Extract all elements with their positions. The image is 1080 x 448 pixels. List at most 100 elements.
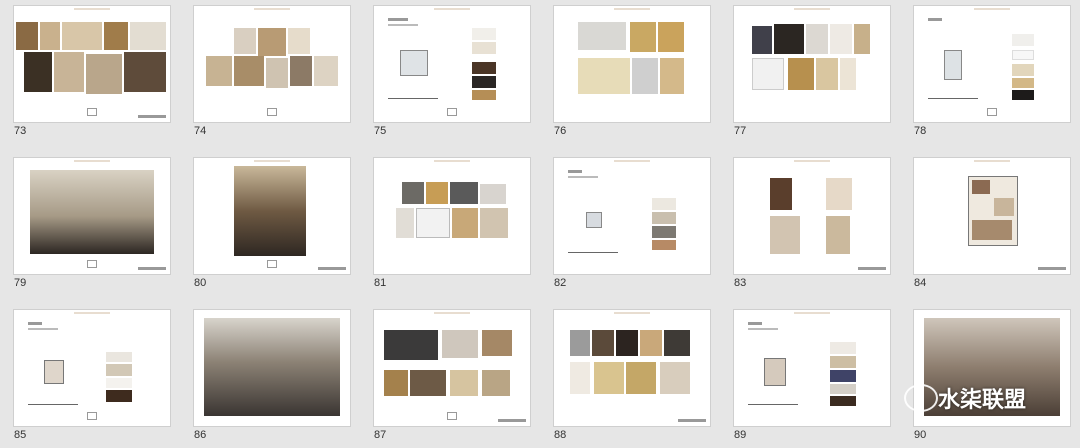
slide-preview[interactable] bbox=[554, 6, 710, 122]
slide-header-strip bbox=[254, 160, 290, 162]
slide-thumbnail[interactable]: 80 bbox=[180, 152, 352, 296]
floor-plan-room bbox=[972, 220, 1012, 240]
floor-plan-image bbox=[764, 358, 786, 386]
slide-preview[interactable] bbox=[914, 158, 1070, 274]
slide-thumbnail[interactable]: 84 bbox=[900, 152, 1072, 296]
slide-preview[interactable] bbox=[194, 158, 350, 274]
moodboard-image bbox=[124, 52, 166, 92]
material-swatch bbox=[106, 352, 132, 362]
slide-subheading-text bbox=[748, 328, 778, 330]
material-swatch bbox=[472, 62, 496, 74]
moodboard-image bbox=[426, 182, 448, 204]
interior-rendering-image bbox=[30, 170, 154, 254]
slide-heading-text bbox=[388, 18, 408, 21]
slide-footer-text bbox=[1038, 267, 1066, 270]
slide-thumbnail[interactable]: 83 bbox=[720, 152, 892, 296]
slide-thumbnail[interactable]: 74 bbox=[180, 0, 352, 144]
material-swatch bbox=[830, 396, 856, 406]
slide-header-strip bbox=[794, 312, 830, 314]
slide-thumbnail[interactable]: 77 bbox=[720, 0, 892, 144]
moodboard-image bbox=[402, 182, 424, 204]
moodboard-image bbox=[592, 330, 614, 356]
slide-header-strip bbox=[794, 160, 830, 162]
slide-thumbnail[interactable]: 79 bbox=[0, 152, 172, 296]
moodboard-image bbox=[450, 370, 478, 396]
moodboard-image bbox=[416, 208, 450, 238]
slide-thumbnail[interactable]: 76 bbox=[540, 0, 712, 144]
elevation-drawing bbox=[770, 178, 792, 210]
divider-line bbox=[568, 252, 618, 253]
slide-number: 77 bbox=[734, 125, 747, 137]
slide-number: 73 bbox=[14, 125, 27, 137]
floor-plan-image bbox=[44, 360, 64, 384]
moodboard-image bbox=[840, 58, 856, 90]
moodboard-image bbox=[570, 330, 590, 356]
moodboard-image bbox=[664, 330, 690, 356]
slide-thumbnail[interactable]: 86 bbox=[180, 304, 352, 448]
moodboard-image bbox=[452, 208, 478, 238]
material-swatch bbox=[472, 28, 496, 40]
slide-preview[interactable] bbox=[734, 310, 890, 426]
elevation-drawing bbox=[826, 178, 852, 210]
slide-preview[interactable] bbox=[374, 310, 530, 426]
slide-preview[interactable] bbox=[734, 158, 890, 274]
slide-number: 74 bbox=[194, 125, 207, 137]
slide-preview[interactable] bbox=[554, 310, 710, 426]
moodboard-image bbox=[314, 56, 338, 86]
slide-thumbnail[interactable]: 87 bbox=[360, 304, 532, 448]
slide-header-strip bbox=[434, 312, 470, 314]
slide-preview[interactable] bbox=[194, 310, 350, 426]
moodboard-image bbox=[480, 208, 508, 238]
slide-footer-text bbox=[318, 267, 346, 270]
moodboard-image bbox=[806, 24, 828, 54]
slide-preview[interactable] bbox=[374, 6, 530, 122]
slide-thumbnail[interactable]: 75 bbox=[360, 0, 532, 144]
slide-preview[interactable] bbox=[194, 6, 350, 122]
slide-footer-text bbox=[858, 267, 886, 270]
slide-footer-text bbox=[678, 419, 706, 422]
moodboard-image bbox=[54, 52, 84, 92]
slide-preview[interactable] bbox=[734, 6, 890, 122]
moodboard-image bbox=[854, 24, 870, 54]
slide-number: 79 bbox=[14, 277, 27, 289]
slide-thumbnail[interactable]: 73 bbox=[0, 0, 172, 144]
moodboard-image bbox=[640, 330, 662, 356]
moodboard-image bbox=[40, 22, 60, 50]
slide-subheading-text bbox=[28, 328, 58, 330]
slide-thumbnail[interactable]: 82 bbox=[540, 152, 712, 296]
slide-preview[interactable] bbox=[14, 310, 170, 426]
moodboard-image bbox=[578, 58, 630, 94]
hirsch-logo-icon bbox=[267, 260, 277, 268]
slide-preview[interactable] bbox=[914, 6, 1070, 122]
hirsch-logo-icon bbox=[87, 260, 97, 268]
floor-plan-image bbox=[586, 212, 602, 228]
material-swatch bbox=[106, 390, 132, 402]
moodboard-image bbox=[660, 362, 690, 394]
floor-plan-room bbox=[994, 198, 1014, 216]
moodboard-image bbox=[290, 56, 312, 86]
slide-number: 86 bbox=[194, 429, 207, 441]
slide-header-strip bbox=[74, 312, 110, 314]
slide-thumbnail[interactable]: 85 bbox=[0, 304, 172, 448]
divider-line bbox=[748, 404, 798, 405]
moodboard-image bbox=[816, 58, 838, 90]
slide-header-strip bbox=[254, 8, 290, 10]
slide-header-strip bbox=[434, 8, 470, 10]
slide-preview[interactable] bbox=[374, 158, 530, 274]
material-swatch bbox=[1012, 90, 1034, 100]
slide-thumbnail[interactable]: 78 bbox=[900, 0, 1072, 144]
moodboard-image bbox=[594, 362, 624, 394]
slide-thumbnail[interactable]: 89 bbox=[720, 304, 892, 448]
slide-thumbnail[interactable]: 90 bbox=[900, 304, 1072, 448]
slide-preview[interactable] bbox=[14, 6, 170, 122]
moodboard-image bbox=[206, 56, 232, 86]
slide-subheading-text bbox=[568, 176, 598, 178]
slide-thumbnail[interactable]: 81 bbox=[360, 152, 532, 296]
moodboard-image bbox=[266, 58, 288, 88]
moodboard-image bbox=[774, 24, 804, 54]
interior-rendering-image bbox=[234, 166, 306, 256]
slide-preview[interactable] bbox=[14, 158, 170, 274]
moodboard-image bbox=[788, 58, 814, 90]
slide-preview[interactable] bbox=[554, 158, 710, 274]
slide-thumbnail[interactable]: 88 bbox=[540, 304, 712, 448]
